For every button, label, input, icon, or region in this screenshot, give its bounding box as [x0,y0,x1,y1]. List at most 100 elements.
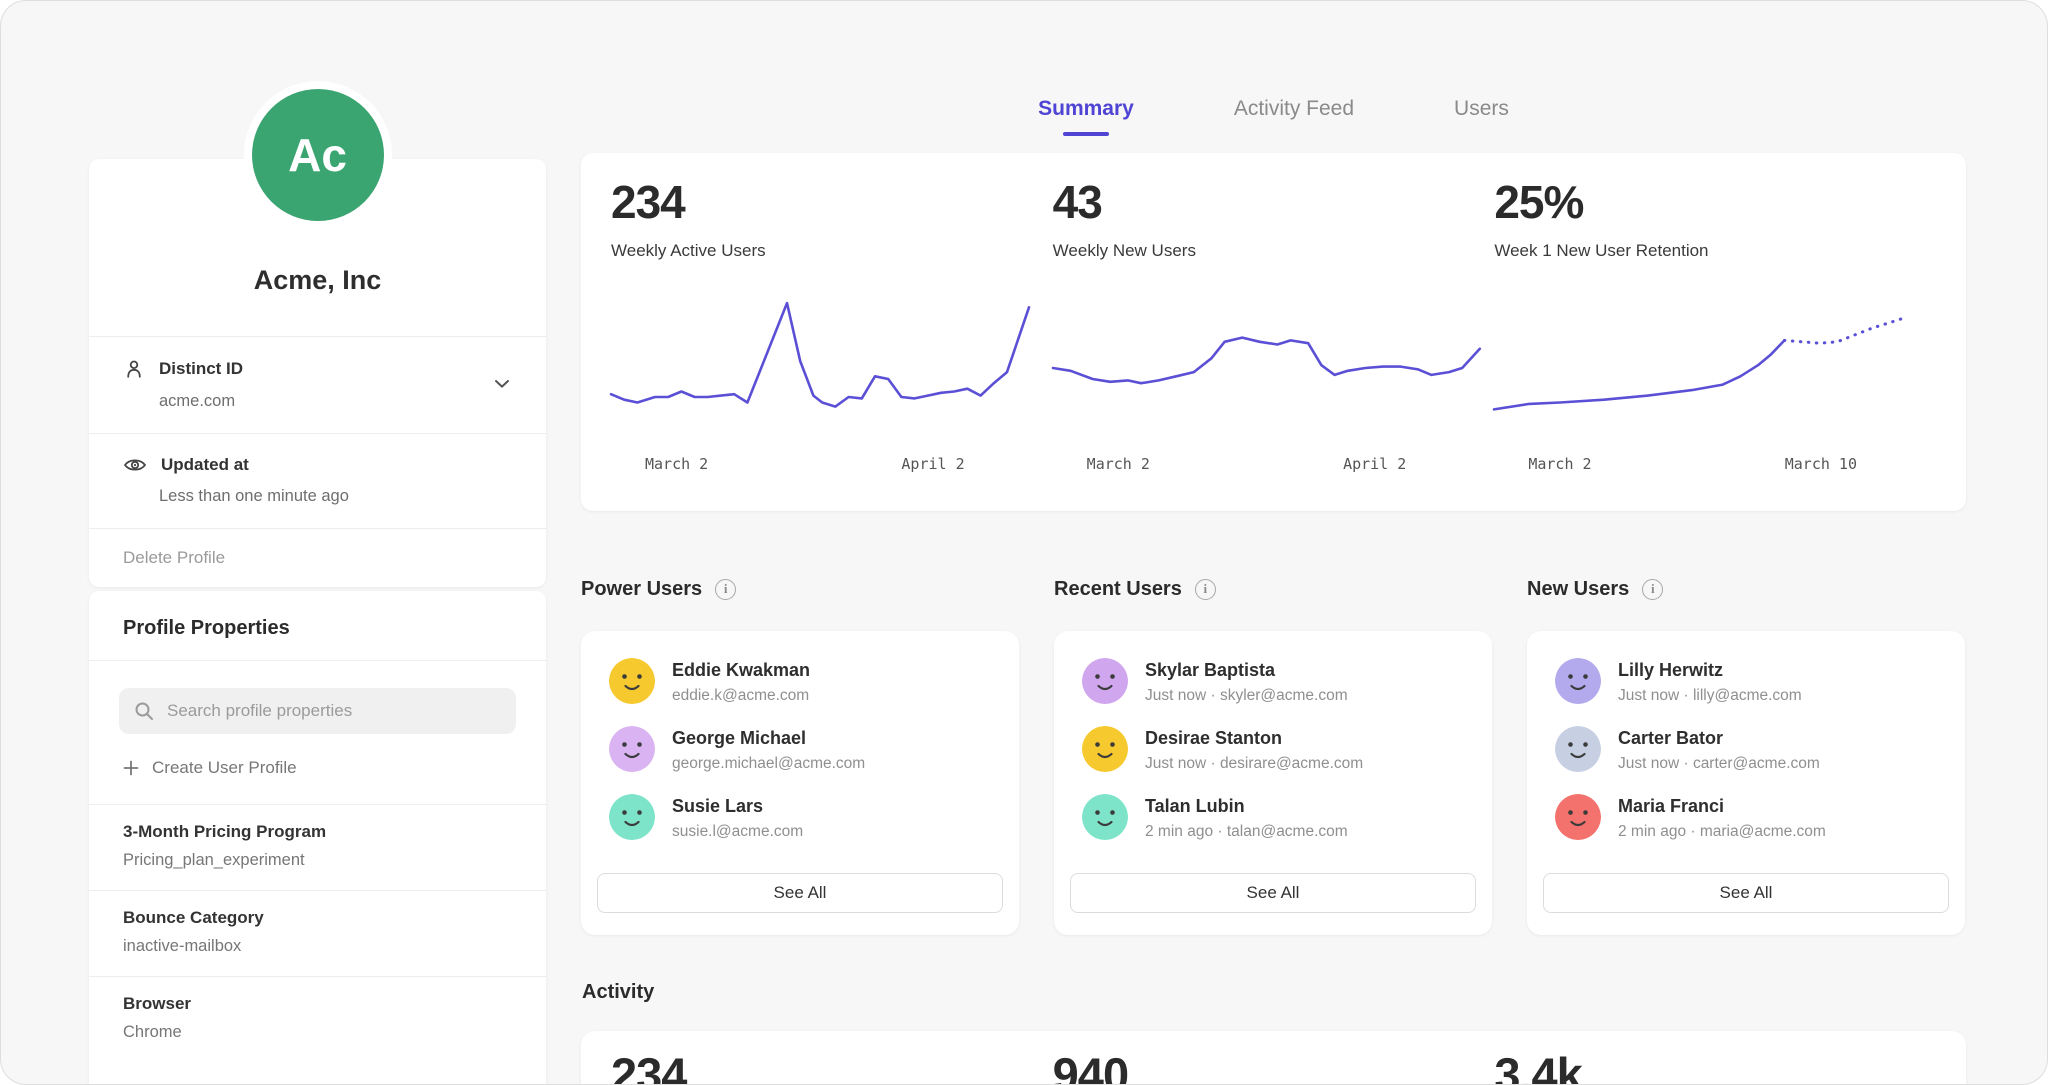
stat-label: Week 1 New User Retention [1494,241,1936,261]
user-list-card: Skylar Baptista Just now · skyler@acme.c… [1054,631,1492,935]
stat-label: Weekly New Users [1053,241,1495,261]
user-row[interactable]: Lilly Herwitz Just now · lilly@acme.com [1555,658,1937,705]
line-chart [611,289,1051,439]
stat-column: 234 Weekly Active Users March 2 April 2 [611,179,1053,485]
user-name: Lilly Herwitz [1618,660,1802,681]
user-list: Lilly Herwitz Just now · lilly@acme.com … [1555,658,1937,841]
activity-stat-column: 940 [1053,1051,1495,1085]
property-row[interactable]: Bounce Category inactive-mailbox [89,890,546,976]
user-name: Maria Franci [1618,796,1826,817]
search-profile-properties-input[interactable] [119,688,516,734]
user-avatar [609,794,655,840]
create-user-profile-button[interactable]: Create User Profile [89,734,546,804]
tab-users[interactable]: Users [1454,97,1509,136]
see-all-button[interactable]: See All [597,873,1003,913]
activity-card: 234 940 3.4k [581,1031,1966,1085]
info-icon[interactable]: i [1195,579,1216,600]
stat-value: 43 [1053,179,1495,225]
axis-label-end: March 10 [1785,455,1857,473]
user-row[interactable]: Desirae Stanton Just now · desirare@acme… [1082,726,1464,773]
section-title: Recent Users [1054,578,1182,601]
user-detail: george.michael@acme.com [672,755,865,773]
stat-value: 25% [1494,179,1936,225]
info-icon[interactable]: i [715,579,736,600]
user-row[interactable]: Eddie Kwakman eddie.k@acme.com [609,658,991,705]
tab-summary[interactable]: Summary [1038,97,1134,136]
see-all-button[interactable]: See All [1543,873,1949,913]
user-sections-row: Power Users i Eddie Kwakman eddie.k@acme… [581,575,1966,935]
activity-stat-value: 940 [1053,1051,1495,1085]
user-detail: Just now · carter@acme.com [1618,755,1820,773]
chevron-down-icon[interactable] [488,370,516,400]
user-detail: Just now · skyler@acme.com [1145,687,1348,705]
property-name: Browser [123,994,512,1014]
section-new-users: New Users i Lilly Herwitz Just now · lil… [1527,575,1965,935]
user-row[interactable]: Skylar Baptista Just now · skyler@acme.c… [1082,658,1464,705]
user-name: Desirae Stanton [1145,728,1363,749]
user-row[interactable]: George Michael george.michael@acme.com [609,726,991,773]
stat-value: 234 [611,179,1053,225]
line-chart [1494,289,1934,439]
field-label: Distinct ID [159,359,243,379]
property-value: Chrome [123,1023,512,1042]
person-icon [123,358,145,380]
stat-column: 43 Weekly New Users March 2 April 2 [1053,179,1495,485]
chart-x-axis: March 2 April 2 [611,455,1051,475]
axis-label-end: April 2 [1343,455,1406,473]
property-value: inactive-mailbox [123,937,512,956]
tab-underline [1063,132,1109,136]
activity-title: Activity [582,981,654,1004]
user-detail: Just now · desirare@acme.com [1145,755,1363,773]
property-name: 3-Month Pricing Program [123,822,512,842]
property-value: Pricing_plan_experiment [123,851,512,870]
user-name: Eddie Kwakman [672,660,810,681]
company-avatar: Ac [252,89,384,221]
user-detail: Just now · lilly@acme.com [1618,687,1802,705]
chart-x-axis: March 2 March 10 [1494,455,1934,475]
profile-card: Acme, Inc Distinct ID acme.com [89,159,546,587]
user-list: Skylar Baptista Just now · skyler@acme.c… [1082,658,1464,841]
section-recent-users: Recent Users i Skylar Baptista Just now … [1054,575,1492,935]
tab-label: Users [1454,97,1509,120]
delete-profile-button[interactable]: Delete Profile [89,528,546,587]
axis-label-start: March 2 [645,455,708,473]
user-avatar [1082,726,1128,772]
activity-stat-column: 234 [611,1051,1053,1085]
tab-underline [1458,132,1504,136]
tab-activity-feed[interactable]: Activity Feed [1234,97,1354,136]
user-avatar [1082,794,1128,840]
user-name: Susie Lars [672,796,803,817]
info-icon[interactable]: i [1642,579,1663,600]
line-chart [1053,289,1493,439]
user-row[interactable]: Carter Bator Just now · carter@acme.com [1555,726,1937,773]
property-row[interactable]: 3-Month Pricing Program Pricing_plan_exp… [89,804,546,890]
user-avatar [1082,658,1128,704]
user-list-card: Eddie Kwakman eddie.k@acme.com George Mi… [581,631,1019,935]
field-row-updated-at: Updated at Less than one minute ago [89,433,546,528]
user-detail: 2 min ago · maria@acme.com [1618,823,1826,841]
profile-properties-title: Profile Properties [89,591,546,660]
plus-icon [123,760,139,776]
search-icon [134,701,154,726]
property-row[interactable]: Browser Chrome [89,976,546,1062]
stat-column: 25% Week 1 New User Retention March 2 Ma… [1494,179,1936,485]
user-row[interactable]: Susie Lars susie.l@acme.com [609,794,991,841]
property-name: Bounce Category [123,908,512,928]
user-name: George Michael [672,728,865,749]
create-user-profile-label: Create User Profile [152,758,297,778]
user-row[interactable]: Maria Franci 2 min ago · maria@acme.com [1555,794,1937,841]
tab-label: Summary [1038,97,1134,120]
summary-card: 234 Weekly Active Users March 2 April 2 … [581,153,1966,511]
user-name: Skylar Baptista [1145,660,1348,681]
user-name: Talan Lubin [1145,796,1348,817]
user-name: Carter Bator [1618,728,1820,749]
user-detail: susie.l@acme.com [672,823,803,841]
section-title: New Users [1527,578,1629,601]
field-row-distinct-id[interactable]: Distinct ID acme.com [89,336,546,433]
section-title: Power Users [581,578,702,601]
axis-label-end: April 2 [901,455,964,473]
see-all-button[interactable]: See All [1070,873,1476,913]
user-detail: eddie.k@acme.com [672,687,810,705]
section-power-users: Power Users i Eddie Kwakman eddie.k@acme… [581,575,1019,935]
user-row[interactable]: Talan Lubin 2 min ago · talan@acme.com [1082,794,1464,841]
